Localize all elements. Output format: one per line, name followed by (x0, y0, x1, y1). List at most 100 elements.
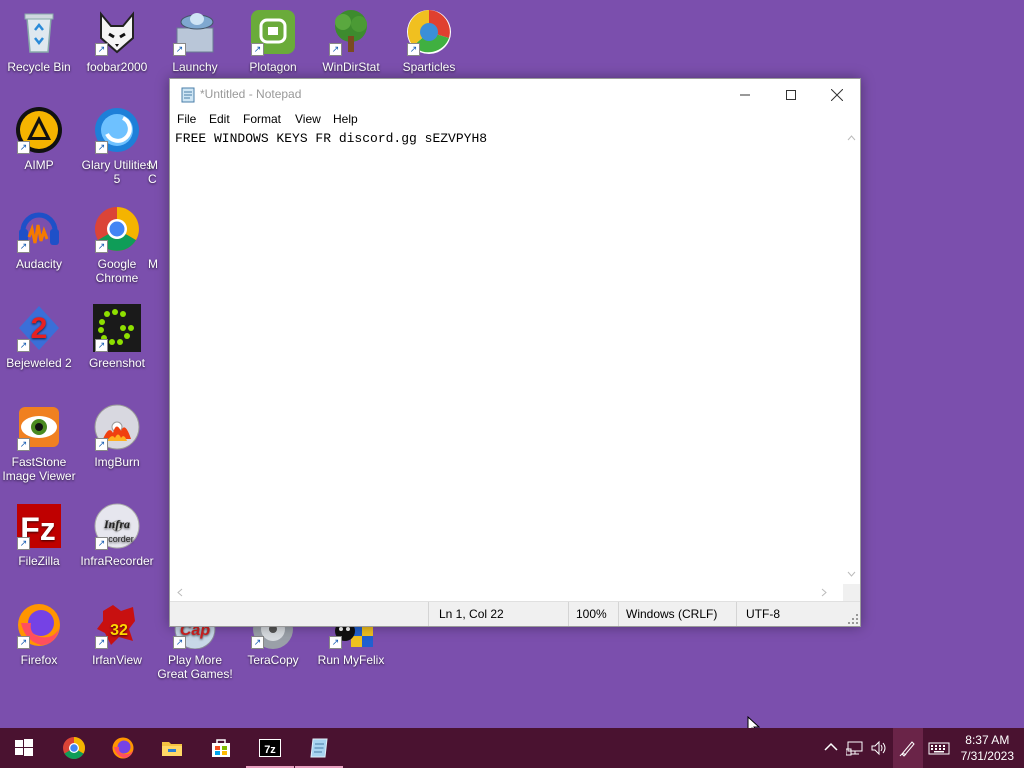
status-divider (618, 602, 619, 626)
shortcut-arrow-icon: ↗ (17, 240, 30, 253)
shortcut-arrow-icon: ↗ (95, 438, 108, 451)
desktop-icon-label: TeraCopy (247, 653, 299, 667)
taskbar-store[interactable] (197, 728, 245, 768)
desktop-icon-plotagon[interactable]: ↗ Plotagon Studio (234, 8, 312, 74)
desktop-icon-recycle-bin[interactable]: Recycle Bin (0, 8, 78, 74)
shortcut-arrow-icon: ↗ (251, 43, 264, 56)
vertical-scrollbar[interactable] (843, 128, 860, 584)
desktop-icon-aimp[interactable]: ↗ AIMP (0, 106, 78, 172)
faststone-icon: ↗ (15, 403, 63, 451)
menu-bar: File Edit Format View Help (170, 110, 860, 128)
desktop-icon-greenshot[interactable]: ↗ Greenshot (78, 304, 156, 370)
desktop-icon-google-chrome[interactable]: ↗ Google Chrome (78, 205, 156, 285)
minimize-button[interactable] (722, 79, 768, 110)
desktop-icon-label: FileZilla (18, 554, 60, 568)
firefox-icon (112, 737, 134, 759)
desktop-icon-label: AIMP (24, 158, 54, 172)
status-bar: Ln 1, Col 22 100% Windows (CRLF) UTF-8 (170, 601, 860, 626)
desktop-icon-sparticles[interactable]: ↗ Sparticles (390, 8, 468, 74)
shortcut-arrow-icon: ↗ (17, 537, 30, 550)
taskbar-clock[interactable]: 8:37 AM 7/31/2023 (961, 732, 1014, 764)
clock-time: 8:37 AM (965, 733, 1010, 747)
file-explorer-icon (162, 742, 182, 756)
shortcut-arrow-icon: ↗ (95, 43, 108, 56)
start-button[interactable] (0, 728, 48, 768)
status-divider (428, 602, 429, 626)
scroll-right-icon[interactable] (818, 584, 830, 601)
audacity-icon: ↗ (15, 205, 63, 253)
desktop-icon-glary-utilities[interactable]: ↗ Glary Utilities 5 (78, 106, 156, 186)
scroll-down-icon[interactable] (843, 568, 860, 580)
taskbar-firefox[interactable] (99, 728, 147, 768)
desktop-icon-audacity[interactable]: ↗ Audacity (0, 205, 78, 271)
text-editor[interactable]: FREE WINDOWS KEYS FR discord.gg sEZVPYH8 (170, 128, 842, 584)
taskbar-7zip[interactable]: 7z (246, 728, 294, 768)
firefox-icon: ↗ (15, 601, 63, 649)
pen-workspace-button[interactable] (893, 728, 923, 768)
desktop-icon-foobar2000[interactable]: ↗ foobar2000 (78, 8, 156, 74)
desktop-icon-label: Plotagon Studio (249, 60, 297, 74)
close-icon (831, 88, 843, 101)
desktop-icon-label: Bejeweled 2 (6, 356, 72, 370)
windirstat-icon: ↗ (327, 8, 375, 56)
imgburn-icon: ↗ (93, 403, 141, 451)
notepad-app-icon (181, 87, 195, 103)
desktop-icon-faststone[interactable]: ↗ FastStone Image Viewer (0, 403, 78, 483)
taskbar-file-explorer[interactable] (148, 728, 196, 768)
menu-file[interactable]: File (177, 112, 196, 126)
volume-icon[interactable] (870, 739, 888, 757)
menu-edit[interactable]: Edit (209, 112, 230, 126)
show-hidden-icons-chevron-icon[interactable] (822, 739, 840, 757)
horizontal-scrollbar[interactable] (170, 584, 842, 601)
store-icon (212, 739, 230, 757)
shortcut-arrow-icon: ↗ (17, 636, 30, 649)
svg-text:32: 32 (110, 622, 128, 639)
maximize-button[interactable] (768, 79, 814, 110)
greenshot-icon: ↗ (93, 304, 141, 352)
taskbar-notepad[interactable] (295, 728, 343, 768)
status-line-ending: Windows (CRLF) (626, 607, 718, 621)
menu-format[interactable]: Format (243, 112, 281, 126)
glary-utilities-icon: ↗ (93, 106, 141, 154)
close-button[interactable] (814, 79, 860, 110)
status-zoom: 100% (576, 607, 607, 621)
pen-icon (899, 741, 915, 757)
aimp-icon: ↗ (15, 106, 63, 154)
scroll-left-icon[interactable] (174, 584, 186, 601)
desktop-icon-label: Audacity (15, 257, 63, 271)
network-icon[interactable] (846, 739, 864, 757)
shortcut-arrow-icon: ↗ (95, 141, 108, 154)
scrollbar-corner (843, 584, 860, 601)
menu-view[interactable]: View (295, 112, 321, 126)
desktop-icon-label: IrfanView (92, 653, 142, 667)
shortcut-arrow-icon: ↗ (173, 43, 186, 56)
scroll-up-icon[interactable] (843, 132, 860, 144)
desktop-icon-bejeweled[interactable]: 2 ↗ Bejeweled 2 (0, 304, 78, 370)
desktop-icon-irfanview[interactable]: 32 ↗ IrfanView (78, 601, 156, 667)
editor-content[interactable]: FREE WINDOWS KEYS FR discord.gg sEZVPYH8 (175, 131, 487, 146)
partial-icon-label: M (148, 158, 158, 172)
title-bar[interactable]: *Untitled - Notepad (170, 79, 860, 110)
desktop-icon-launchy[interactable]: ↗ Launchy (156, 8, 234, 74)
desktop-icon-label: Firefox (20, 653, 58, 667)
desktop-icon-label: ImgBurn (94, 455, 140, 469)
shortcut-arrow-icon: ↗ (17, 438, 30, 451)
desktop-icon-firefox[interactable]: ↗ Firefox (0, 601, 78, 667)
shortcut-arrow-icon: ↗ (407, 43, 420, 56)
launchy-icon: ↗ (171, 8, 219, 56)
desktop-icon-imgburn[interactable]: ↗ ImgBurn (78, 403, 156, 469)
desktop-icon-infrarecorder[interactable]: Infra corder ↗ InfraRecorder (78, 502, 156, 568)
recycle-bin-icon (15, 8, 63, 56)
taskbar-chrome[interactable] (50, 728, 98, 768)
desktop-icon-windirstat[interactable]: ↗ WinDirStat (312, 8, 390, 74)
notepad-window[interactable]: *Untitled - Notepad File Edit Format Vie… (169, 78, 861, 627)
shortcut-arrow-icon: ↗ (251, 636, 264, 649)
plotagon-icon: ↗ (249, 8, 297, 56)
resize-grip-icon[interactable] (848, 614, 858, 624)
menu-help[interactable]: Help (333, 112, 358, 126)
touch-keyboard-icon[interactable] (928, 739, 950, 757)
desktop-icon-label: Play More Great Games! (157, 653, 233, 681)
desktop-icon-filezilla[interactable]: Fz ↗ FileZilla (0, 502, 78, 568)
chrome-icon: ↗ (93, 205, 141, 253)
desktop-icon-label: Greenshot (88, 356, 146, 370)
